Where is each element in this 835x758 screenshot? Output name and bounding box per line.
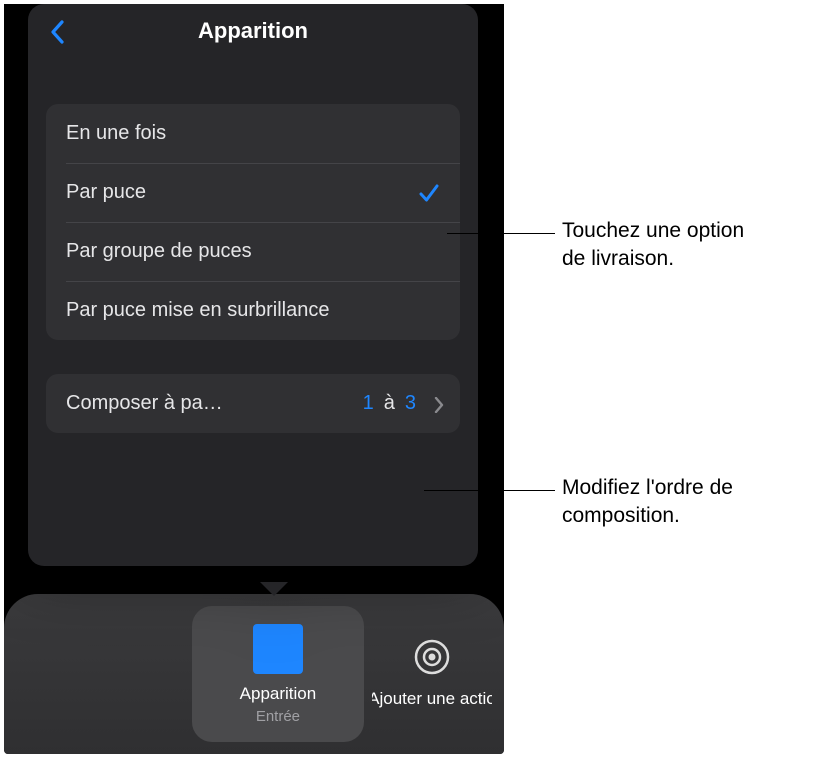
option-label: Par puce mise en surbrillance	[66, 299, 329, 322]
add-action-icon	[414, 639, 450, 675]
compose-separator: à	[384, 392, 395, 415]
compose-order-row[interactable]: Composer à pa… 1 à 3	[46, 374, 460, 433]
effect-tile-add-action[interactable]: Ajouter une actio	[372, 606, 492, 742]
effect-preview-square	[253, 624, 303, 674]
compose-label: Composer à pa…	[66, 392, 223, 415]
chevron-left-icon	[50, 20, 66, 44]
option-label: En une fois	[66, 122, 166, 145]
callout-delivery-option: Touchez une option de livraison.	[562, 217, 832, 274]
effect-subtitle: Entrée	[256, 708, 300, 725]
option-all-at-once[interactable]: En une fois	[46, 104, 460, 163]
option-by-highlighted-bullet[interactable]: Par puce mise en surbrillance	[46, 281, 460, 340]
callout-compose-order: Modifiez l'ordre de composition.	[562, 474, 832, 531]
option-label: Par groupe de puces	[66, 240, 252, 263]
checkmark-icon	[418, 182, 440, 204]
effect-title: Apparition	[240, 684, 317, 704]
option-by-bullet-group[interactable]: Par groupe de puces	[46, 222, 460, 281]
compose-values: 1 à 3	[363, 392, 444, 415]
option-by-bullet[interactable]: Par puce	[46, 163, 460, 222]
callout-text: de livraison.	[562, 247, 674, 270]
callout-line-2	[424, 490, 555, 491]
compose-order-group: Composer à pa… 1 à 3	[46, 374, 460, 433]
bottom-effects-bar: Apparition Entrée Ajouter une actio	[4, 594, 504, 754]
delivery-options-list: En une fois Par puce Par groupe de puces…	[46, 104, 460, 340]
callout-line-1	[447, 233, 555, 234]
popover-arrow	[260, 582, 288, 596]
apparition-popover: Apparition En une fois Par puce Par grou…	[28, 4, 478, 566]
popover-wrapper: Apparition En une fois Par puce Par grou…	[28, 4, 478, 582]
device-frame: Apparition Entrée Ajouter une actio	[4, 4, 504, 754]
effect-tile-apparition[interactable]: Apparition Entrée	[192, 606, 364, 742]
callout-text: Modifiez l'ordre de	[562, 476, 733, 499]
popover-header: Apparition	[28, 4, 478, 52]
add-action-title: Ajouter une actio	[372, 689, 492, 709]
callout-text: Touchez une option	[562, 219, 744, 242]
chevron-right-icon	[434, 396, 444, 412]
compose-from-value: 1	[363, 392, 374, 415]
back-button[interactable]	[50, 20, 66, 44]
compose-to-value: 3	[405, 392, 416, 415]
option-label: Par puce	[66, 181, 146, 204]
popover-title: Apparition	[198, 18, 308, 44]
callout-text: composition.	[562, 504, 680, 527]
